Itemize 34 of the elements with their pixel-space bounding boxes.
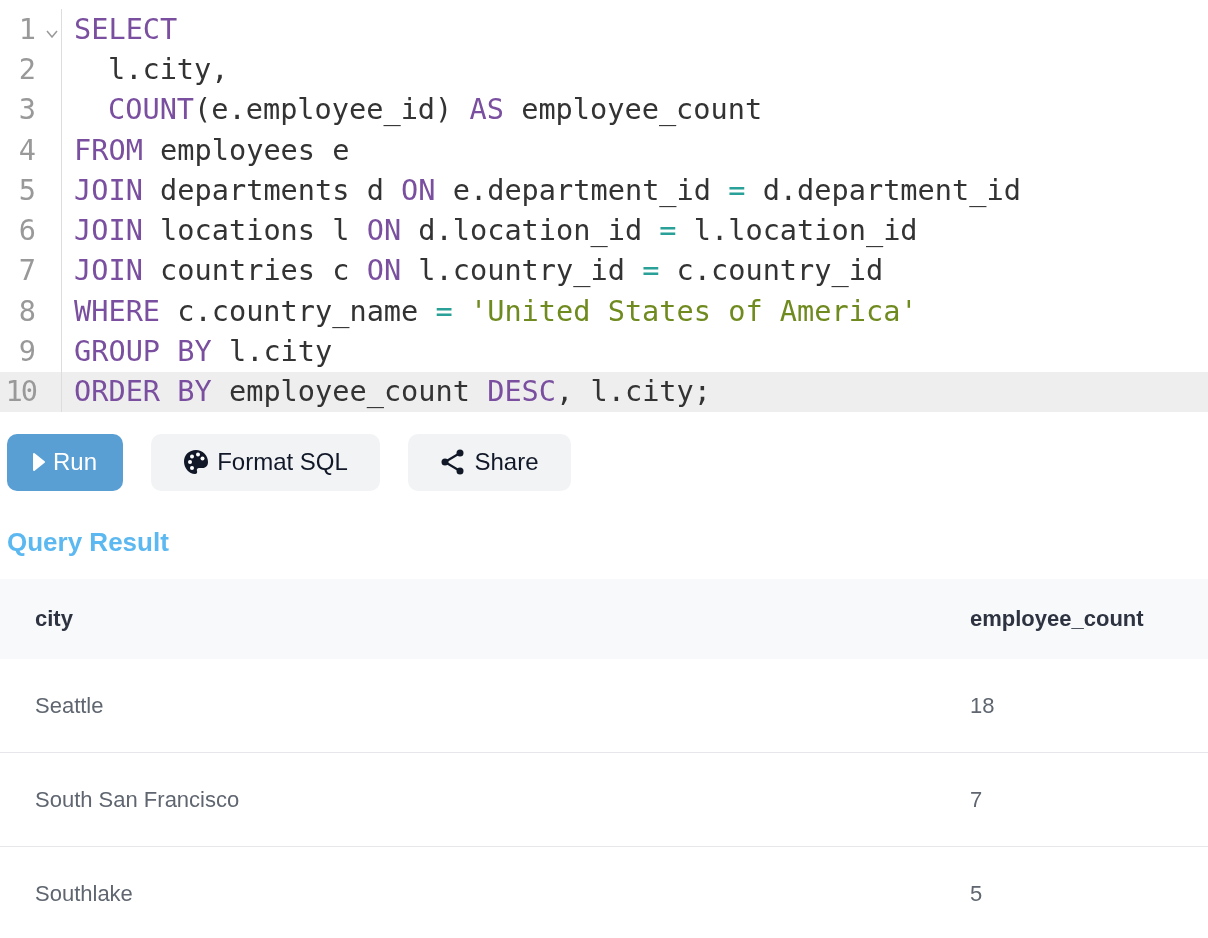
line-number: 1 <box>17 10 36 48</box>
code-line: JOIN locations l ON d.location_id = l.location_id <box>74 212 918 250</box>
table-cell: Seattle <box>35 692 104 718</box>
table-cell: Southlake <box>35 881 133 907</box>
line-number: 7 <box>17 252 36 290</box>
line-number: 6 <box>17 212 36 250</box>
table-cell: South San Francisco <box>35 786 240 812</box>
line-number: 10 <box>4 373 36 411</box>
fold-caret-icon[interactable] <box>46 30 58 39</box>
code-line: COUNT(e.employee_id) AS employee_count <box>108 91 763 129</box>
table-cell: 5 <box>970 881 983 907</box>
play-icon <box>33 453 45 472</box>
line-number: 3 <box>17 91 36 129</box>
palette-icon <box>183 449 210 476</box>
table-cell: 7 <box>970 786 983 812</box>
line-number: 9 <box>17 333 36 371</box>
line-number: 5 <box>17 171 36 209</box>
column-header: employee_count <box>970 606 1144 632</box>
table-cell: 18 <box>970 692 995 718</box>
format-button[interactable]: Format SQL <box>151 433 380 491</box>
code-line: ORDER BY employee_count DESC, l.city; <box>74 373 711 411</box>
code-line: WHERE c.country_name = 'United States of America' <box>74 292 918 330</box>
column-header: city <box>35 606 73 632</box>
code-line: SELECT <box>74 10 178 48</box>
code-line: FROM employees e <box>74 131 350 169</box>
code-line: l.city, <box>108 51 229 88</box>
line-number: 4 <box>17 131 36 169</box>
line-number: 2 <box>17 51 36 88</box>
code-line: JOIN departments d ON e.department_id = d.department_id <box>74 171 1021 209</box>
code-line: GROUP BY l.city <box>74 333 333 371</box>
share-button[interactable]: Share <box>408 433 571 491</box>
line-number: 8 <box>17 292 36 330</box>
section-title: Query Result <box>7 525 170 559</box>
code-line: JOIN countries c ON l.country_id = c.country_id <box>74 252 884 290</box>
